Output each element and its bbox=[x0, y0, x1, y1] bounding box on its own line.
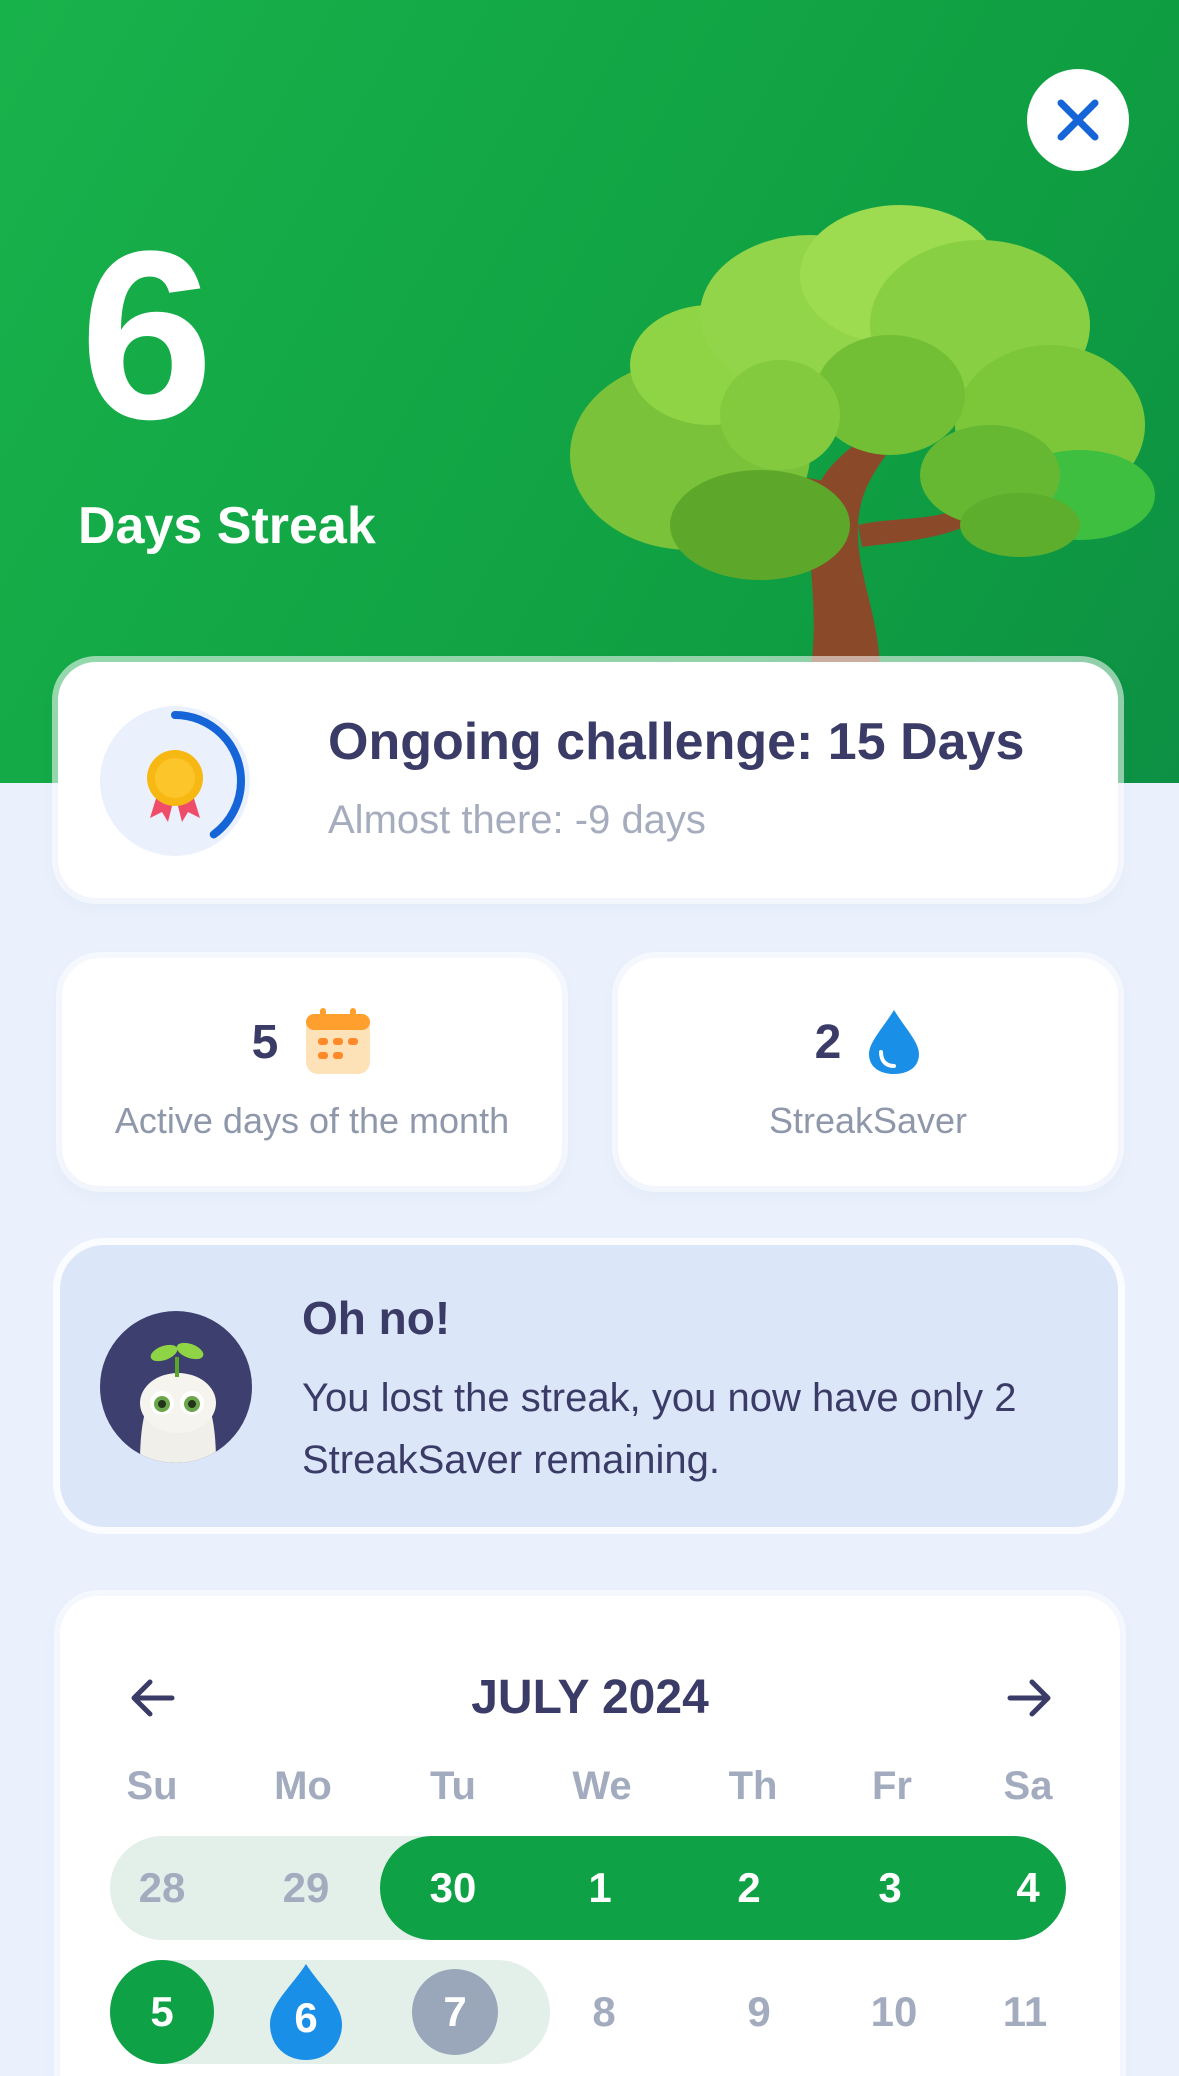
calendar-day[interactable]: 8 bbox=[554, 1962, 654, 2062]
tree-illustration bbox=[570, 205, 1155, 675]
calendar-day[interactable]: 2 bbox=[699, 1838, 799, 1938]
calendar-day[interactable]: 4 bbox=[978, 1838, 1078, 1938]
challenge-subtitle: Almost there: -9 days bbox=[328, 798, 706, 842]
streak-calendar: JULY 2024 Su Mo Tu We Th Fr Sa 28 29 30 … bbox=[60, 1596, 1120, 2076]
streaksaver-count: 2 bbox=[814, 1015, 842, 1069]
weekday-thursday: Th bbox=[728, 1764, 778, 1808]
challenge-card[interactable]: Ongoing challenge: 15 Days Almost there:… bbox=[58, 662, 1118, 898]
sprout-character-avatar bbox=[100, 1311, 252, 1463]
close-button[interactable] bbox=[1027, 69, 1129, 171]
calendar-day[interactable]: 30 bbox=[403, 1838, 503, 1938]
streak-lost-alert: Oh no! You lost the streak, you now have… bbox=[60, 1245, 1118, 1527]
challenge-progress-ring bbox=[100, 706, 250, 856]
calendar-day[interactable]: 5 bbox=[112, 1962, 212, 2062]
streak-count: 6 bbox=[80, 201, 214, 469]
calendar-day[interactable]: 6 bbox=[256, 1968, 356, 2068]
calendar-day[interactable]: 11 bbox=[975, 1962, 1075, 2062]
streak-label: Days Streak bbox=[78, 497, 376, 555]
calendar-day[interactable]: 29 bbox=[256, 1838, 356, 1938]
calendar-day[interactable]: 3 bbox=[840, 1838, 940, 1938]
weekday-tuesday: Tu bbox=[430, 1764, 476, 1808]
streaksaver-label: StreakSaver bbox=[768, 1100, 968, 1141]
calendar-day[interactable]: 1 bbox=[550, 1838, 650, 1938]
active-days-card: 5 Active days of the month bbox=[62, 958, 562, 1186]
calendar-day[interactable]: 7 bbox=[405, 1962, 505, 2062]
weekday-friday: Fr bbox=[872, 1764, 912, 1808]
weekday-sunday: Su bbox=[126, 1764, 178, 1808]
calendar-day[interactable]: 28 bbox=[112, 1838, 212, 1938]
calendar-day[interactable]: 9 bbox=[709, 1962, 809, 2062]
weekday-wednesday: We bbox=[572, 1764, 632, 1808]
challenge-title: Ongoing challenge: 15 Days bbox=[328, 713, 1025, 771]
close-icon bbox=[1057, 99, 1099, 141]
alert-message: You lost the streak, you now have only 2… bbox=[302, 1376, 1017, 1482]
calendar-icon bbox=[306, 1008, 371, 1074]
active-days-count: 5 bbox=[251, 1015, 279, 1069]
alert-title: Oh no! bbox=[302, 1292, 451, 1344]
calendar-month-title: JULY 2024 bbox=[471, 1671, 709, 1724]
arrow-right-icon[interactable] bbox=[1000, 1668, 1060, 1728]
streaksaver-card: 2 StreakSaver bbox=[618, 958, 1118, 1186]
calendar-day[interactable]: 10 bbox=[844, 1962, 944, 2062]
active-days-label: Active days of the month bbox=[114, 1100, 510, 1141]
water-drop-icon bbox=[869, 1010, 920, 1074]
weekday-monday: Mo bbox=[274, 1764, 332, 1808]
weekday-saturday: Sa bbox=[1003, 1764, 1053, 1808]
